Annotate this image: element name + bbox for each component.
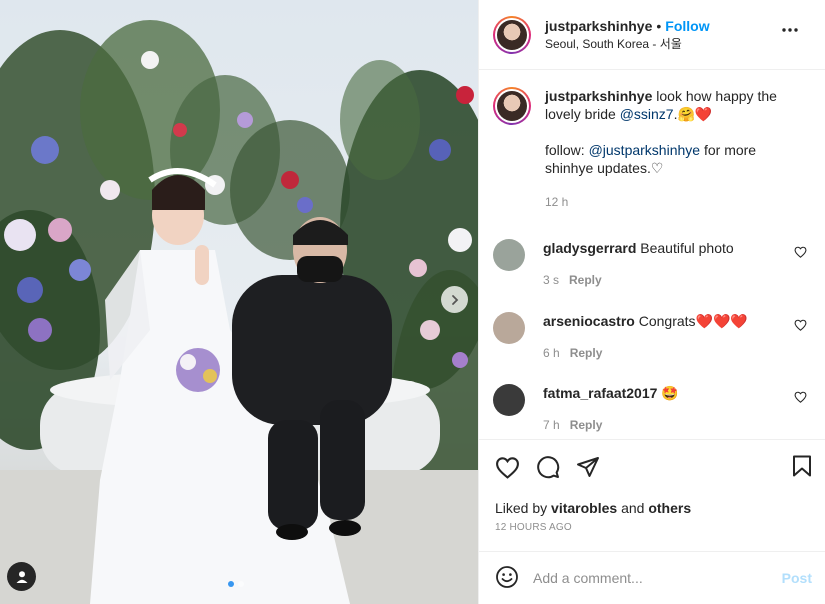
- post-photo[interactable]: [0, 0, 478, 604]
- commenter-avatar[interactable]: [493, 239, 525, 271]
- comment-username[interactable]: gladysgerrard: [543, 240, 636, 256]
- caption-emoji: 🤗❤️: [677, 106, 713, 122]
- wedding-photo-illustration: [0, 20, 478, 604]
- paper-plane-icon: [577, 457, 599, 477]
- save-button[interactable]: [792, 455, 812, 480]
- comment-text: Congrats❤️❤️❤️: [638, 313, 748, 329]
- comment-time: 6 h: [543, 346, 560, 360]
- caption-mention-account[interactable]: @justparkshinhye: [589, 142, 701, 158]
- bullet-separator: •: [656, 17, 662, 34]
- author-avatar[interactable]: [493, 15, 531, 54]
- comment-icon: [537, 456, 560, 479]
- caption-avatar[interactable]: [493, 87, 531, 125]
- add-comment-bar: Add a comment... Post: [479, 551, 825, 604]
- carousel-indicator: [228, 581, 244, 587]
- emoji-button[interactable]: [495, 565, 519, 592]
- commenter-avatar[interactable]: [493, 312, 525, 344]
- commenter-avatar[interactable]: [493, 384, 525, 416]
- chevron-right-icon: [451, 294, 458, 305]
- share-button[interactable]: [576, 455, 600, 479]
- reply-button[interactable]: Reply: [570, 346, 603, 360]
- caption-text-3: follow:: [545, 142, 589, 158]
- comment-text: Beautiful photo: [640, 240, 734, 256]
- likes-summary: Liked by vitarobles and others: [495, 500, 812, 516]
- post-side-panel: justparkshinhye • Follow Seoul, South Kore…: [478, 0, 825, 604]
- comments-section[interactable]: justparkshinhye look how happy the lovel…: [479, 71, 825, 439]
- carousel-next-button[interactable]: [441, 286, 468, 313]
- likes-prefix: Liked by: [495, 500, 552, 516]
- post-actions: Liked by vitarobles and others 12 HOURS …: [479, 439, 825, 551]
- liked-by-others[interactable]: others: [648, 500, 691, 516]
- comment-like-icon[interactable]: [794, 246, 807, 258]
- caption-mention-bride[interactable]: @ssinz7: [620, 106, 674, 122]
- comment-input[interactable]: Add a comment...: [533, 570, 782, 586]
- instagram-post-window: justparkshinhye • Follow Seoul, South Kore…: [0, 0, 825, 604]
- heart-icon: [496, 456, 519, 479]
- follow-button[interactable]: Follow: [665, 18, 709, 34]
- comment-time: 3 s: [543, 273, 560, 287]
- author-username[interactable]: justparkshinhye: [545, 18, 652, 34]
- liked-by-user[interactable]: vitarobles: [551, 500, 617, 516]
- comment-item: fatma_rafaat2017 🤩 7 h Reply: [493, 384, 813, 434]
- reply-button[interactable]: Reply: [570, 418, 603, 432]
- post-comment-button[interactable]: Post: [782, 570, 812, 586]
- carousel-dot-1: [228, 581, 234, 587]
- caption-username[interactable]: justparkshinhye: [545, 88, 652, 104]
- user-tag-button[interactable]: [7, 562, 36, 591]
- user-tag-icon: [16, 570, 27, 583]
- caption-time: 12 h: [545, 195, 569, 209]
- smiley-icon: [496, 565, 518, 588]
- comment-button[interactable]: [536, 455, 560, 479]
- comment-item: gladysgerrard Beautiful photo 3 s Reply: [493, 239, 813, 289]
- more-horizontal-icon[interactable]: [781, 27, 799, 33]
- reply-button[interactable]: Reply: [569, 273, 602, 287]
- comment-time: 7 h: [543, 418, 560, 432]
- comment-username[interactable]: fatma_rafaat2017: [543, 385, 657, 401]
- comment-username[interactable]: arseniocastro: [543, 313, 635, 329]
- post-location[interactable]: Seoul, South Korea - 서울: [545, 35, 710, 53]
- post-timestamp[interactable]: 12 HOURS AGO: [495, 522, 812, 533]
- bookmark-icon: [793, 455, 811, 477]
- comment-item: arseniocastro Congrats❤️❤️❤️ 6 h Reply: [493, 312, 813, 362]
- like-button[interactable]: [495, 456, 520, 479]
- post-header: justparkshinhye • Follow Seoul, South Kore…: [479, 0, 825, 70]
- post-caption: justparkshinhye look how happy the lovel…: [479, 71, 825, 211]
- likes-middle: and: [617, 500, 649, 516]
- comment-text: 🤩: [661, 385, 679, 401]
- carousel-dot-2: [238, 581, 244, 587]
- comment-like-icon[interactable]: [794, 391, 807, 403]
- comment-like-icon[interactable]: [794, 319, 807, 331]
